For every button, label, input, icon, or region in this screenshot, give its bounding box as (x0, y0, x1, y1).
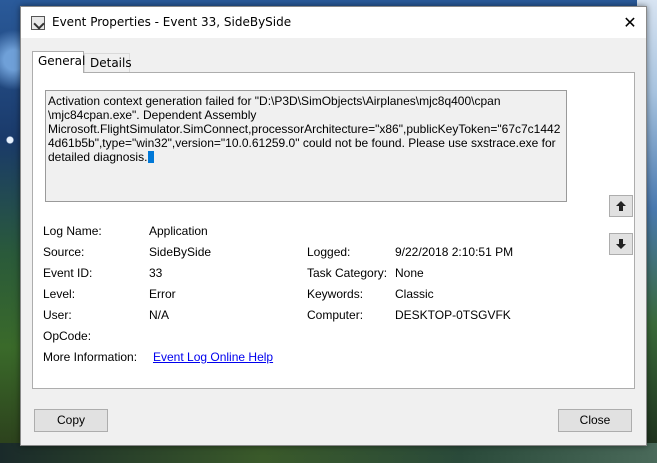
description-line-last: detailed diagnosis. (48, 150, 564, 164)
close-icon: ✕ (623, 13, 637, 32)
source-value: SideBySide (149, 245, 212, 259)
more-information-label: More Information: (43, 350, 138, 364)
level-label: Level: (43, 287, 76, 301)
window-title: Event Properties - Event 33, SideBySide (52, 15, 292, 29)
copy-button[interactable]: Copy (34, 409, 108, 432)
general-tab-panel: Activation context generation failed for… (32, 72, 635, 389)
opcode-label: OpCode: (43, 329, 92, 343)
description-line: Activation context generation failed for… (48, 94, 501, 108)
task-category-value: None (395, 266, 424, 280)
description-line: Microsoft.FlightSimulator.SimConnect,pro… (48, 122, 561, 136)
level-value: Error (149, 287, 176, 301)
event-id-label: Event ID: (43, 266, 93, 280)
description-line-text: detailed diagnosis. (48, 150, 148, 164)
description-line: 4d61b5b",type="win32",version="10.0.6125… (48, 136, 556, 150)
keywords-value: Classic (395, 287, 434, 301)
user-label: User: (43, 308, 72, 322)
text-caret (148, 151, 155, 163)
tab-details[interactable]: Details (84, 53, 132, 72)
close-button[interactable]: Close (558, 409, 632, 432)
event-description[interactable]: Activation context generation failed for… (45, 90, 567, 202)
title-bar[interactable]: Event Properties - Event 33, SideBySide … (21, 7, 646, 38)
arrow-down-icon (616, 239, 626, 249)
task-category-label: Task Category: (307, 266, 388, 280)
event-properties-window: Event Properties - Event 33, SideBySide … (20, 6, 647, 446)
desktop-background-bottom (0, 443, 657, 463)
previous-event-button[interactable] (609, 195, 633, 217)
arrow-up-icon (616, 201, 626, 211)
next-event-button[interactable] (609, 233, 633, 255)
event-viewer-icon (31, 16, 45, 30)
computer-value: DESKTOP-0TSGVFK (395, 308, 511, 322)
log-name-value: Application (149, 224, 208, 238)
close-window-button[interactable]: ✕ (614, 7, 646, 38)
logged-value: 9/22/2018 2:10:51 PM (395, 245, 514, 259)
logged-label: Logged: (307, 245, 351, 259)
source-label: Source: (43, 245, 85, 259)
user-value: N/A (149, 308, 170, 322)
log-name-label: Log Name: (43, 224, 102, 238)
description-line: \mjc84cpan.exe". Dependent Assembly (48, 108, 257, 122)
keywords-label: Keywords: (307, 287, 364, 301)
computer-label: Computer: (307, 308, 364, 322)
event-id-value: 33 (149, 266, 163, 280)
tab-general[interactable]: General (32, 51, 85, 73)
event-log-online-help-link[interactable]: Event Log Online Help (153, 350, 273, 364)
